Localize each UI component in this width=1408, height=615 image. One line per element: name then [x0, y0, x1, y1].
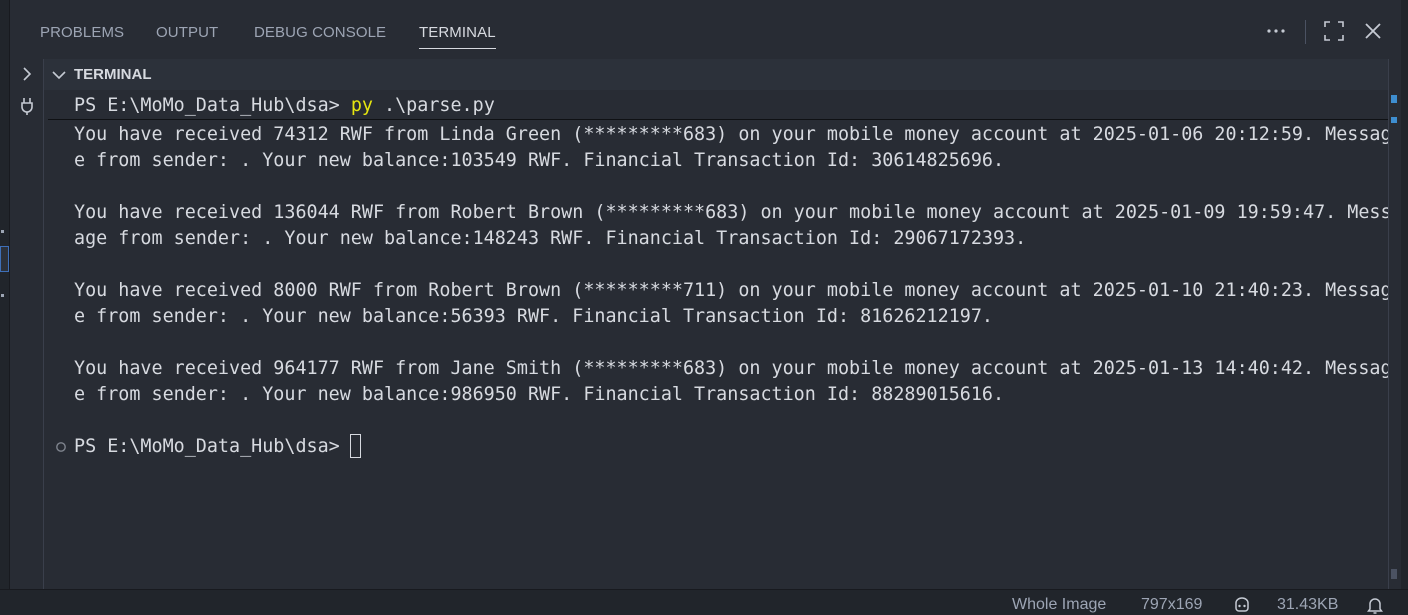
terminal-divider [48, 119, 1388, 120]
terminal-sidebar [10, 59, 44, 589]
panel-tab-bar: PROBLEMS OUTPUT DEBUG CONSOLE TERMINAL [10, 0, 1408, 59]
prompt-text: PS E:\MoMo_Data_Hub\dsa> [74, 95, 351, 116]
more-actions-icon[interactable] [1263, 18, 1289, 44]
output-line: age from sender: . Your new balance:1482… [74, 228, 1027, 249]
tab-terminal[interactable]: TERMINAL [419, 24, 496, 49]
scrollbar-marker [1391, 117, 1397, 123]
plug-icon[interactable] [17, 96, 37, 116]
scrollbar-thumb[interactable] [1391, 569, 1397, 579]
editor-gutter-strip [0, 0, 10, 589]
output-line: You have received 74312 RWF from Linda G… [74, 124, 1392, 145]
right-edge-strip [1401, 0, 1408, 589]
output-line: e from sender: . Your new balance:986950… [74, 384, 1005, 405]
bell-icon[interactable] [1365, 595, 1385, 615]
scrollbar-marker [1391, 95, 1397, 103]
output-line: You have received 964177 RWF from Jane S… [74, 358, 1392, 379]
file-size-status[interactable]: 31.43KB [1277, 596, 1338, 614]
terminal-cursor [350, 434, 361, 458]
output-line: You have received 136044 RWF from Robert… [74, 202, 1392, 223]
output-line: You have received 8000 RWF from Robert B… [74, 280, 1392, 301]
tab-output[interactable]: OUTPUT [156, 24, 218, 41]
gutter-dot [1, 294, 4, 297]
gutter-dot [1, 230, 4, 233]
terminal-section-header[interactable]: TERMINAL [44, 59, 1401, 90]
vscode-window: PROBLEMS OUTPUT DEBUG CONSOLE TERMINAL T… [0, 0, 1408, 615]
command-line: PS E:\MoMo_Data_Hub\dsa> py .\parse.py [74, 93, 495, 119]
image-mode-status[interactable]: Whole Image [1012, 596, 1106, 614]
copilot-icon[interactable] [1232, 595, 1252, 615]
terminal-section-title: TERMINAL [74, 66, 152, 83]
final-prompt: PS E:\MoMo_Data_Hub\dsa> [74, 436, 351, 457]
terminal-output-area[interactable]: PS E:\MoMo_Data_Hub\dsa> py .\parse.py Y… [44, 90, 1392, 589]
gutter-selection-marker [0, 246, 9, 272]
maximize-panel-icon[interactable] [1321, 18, 1347, 44]
tab-debug-console[interactable]: DEBUG CONSOLE [254, 24, 386, 41]
header-separator [1305, 20, 1306, 44]
command-arguments: .\parse.py [372, 95, 495, 116]
output-line: e from sender: . Your new balance:56393 … [74, 306, 993, 327]
chevron-down-icon[interactable] [51, 67, 67, 83]
output-line: e from sender: . Your new balance:103549… [74, 150, 1005, 171]
tab-problems[interactable]: PROBLEMS [40, 24, 124, 41]
command-decoration-icon[interactable] [55, 441, 67, 453]
terminal-scrollbar[interactable] [1388, 59, 1401, 589]
chevron-right-icon[interactable] [17, 64, 37, 84]
close-icon[interactable] [1360, 18, 1386, 44]
command-executable: py [350, 95, 373, 116]
status-bar: Whole Image 797x169 31.43KB [0, 589, 1408, 615]
image-dimensions-status[interactable]: 797x169 [1141, 596, 1202, 614]
